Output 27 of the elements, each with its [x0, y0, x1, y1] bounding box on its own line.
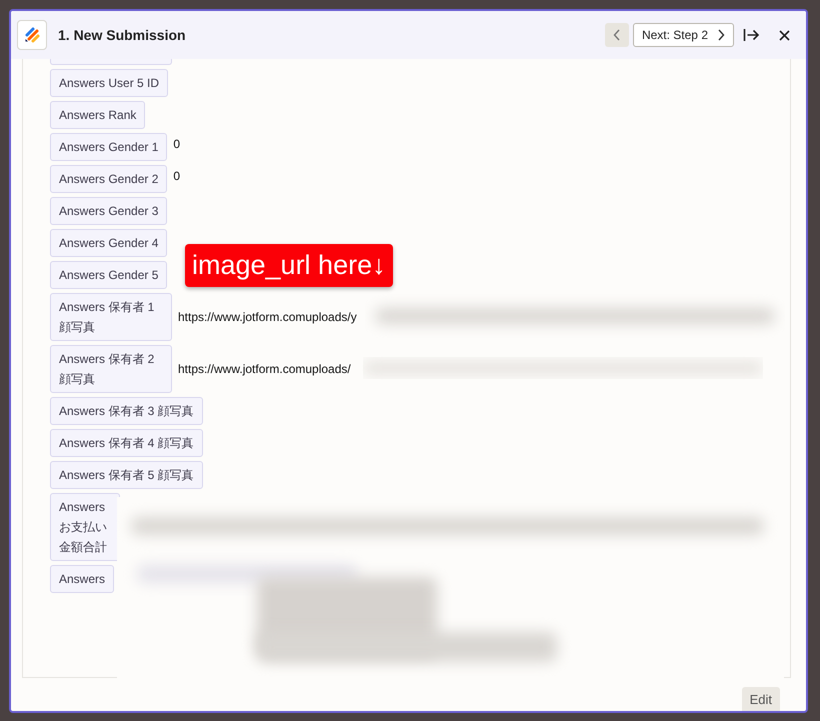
field-label: Answers 保有者 3 顔写真 [50, 397, 203, 425]
next-step-button[interactable]: Next: Step 2 [632, 23, 734, 47]
field-value: 0 [173, 169, 180, 183]
field-label: Answers Gender 1 [50, 133, 168, 161]
field-label: Answers 保有者 5 顔写真 [50, 461, 203, 489]
field-value: https://www.jotform.comuploads/y [178, 310, 357, 324]
field-label: Answers User 5 ID [50, 69, 168, 97]
edit-button[interactable]: Edit [742, 687, 780, 711]
field-value: 0 [173, 137, 180, 151]
collapse-icon[interactable] [743, 28, 760, 42]
chevron-left-icon [612, 29, 621, 41]
field-label: Answers Gender 3 [50, 197, 168, 225]
field-label: Answers Gender 5 [50, 261, 168, 289]
chevron-right-icon [717, 29, 725, 41]
field-label: Answers 保有者 4 顔写真 [50, 429, 203, 457]
app-logo-icon [17, 20, 47, 50]
annotation-label: image_url here↓ [185, 244, 393, 287]
field-label: Answers Rank [50, 101, 146, 129]
close-icon[interactable] [779, 30, 790, 40]
dialog-title: 1. New Submission [58, 27, 186, 43]
field-label: Answers 保有者 1 顔写真 [50, 293, 172, 341]
field-label: Answers [50, 565, 114, 593]
field-label: Answers 保有者 2 顔写真 [50, 345, 172, 393]
field-label: Answers お支払い金額合計 [50, 493, 120, 561]
field-value: https://www.jotform.comuploads/ [178, 362, 351, 376]
field-label: Answers Gender 4 [50, 229, 168, 257]
field-label: Answers Gender 2 [50, 165, 168, 193]
